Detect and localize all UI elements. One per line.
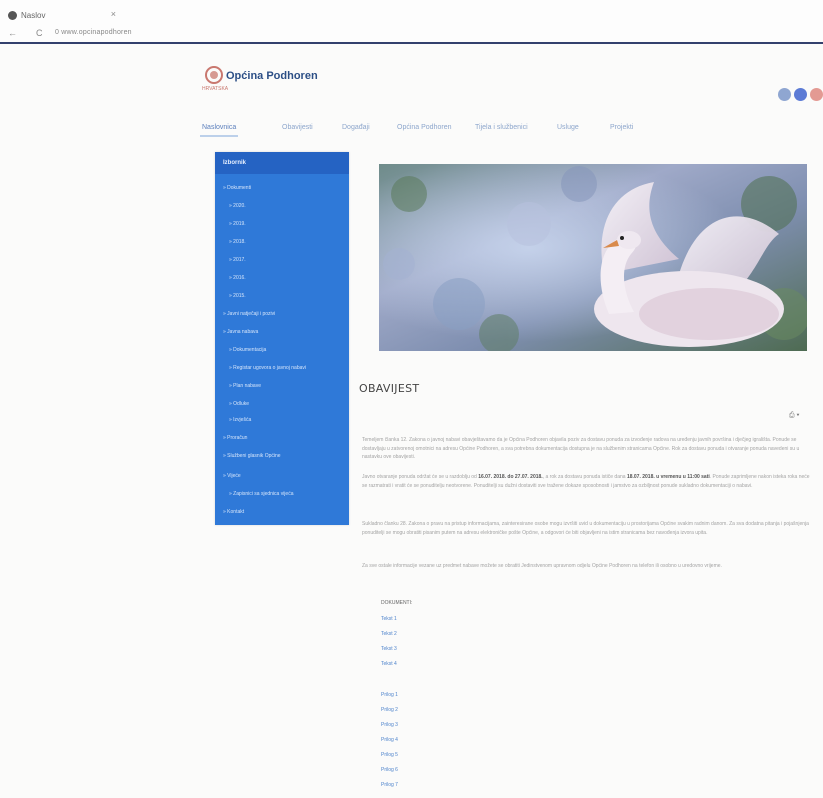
paragraph-text: Javno otvaranje ponuda održat će se u ra…: [362, 474, 479, 480]
back-icon[interactable]: ←: [8, 28, 17, 38]
document-link[interactable]: Tekst 4: [381, 661, 397, 667]
article-title: OBAVIJEST: [359, 382, 420, 395]
sidebar-item[interactable]: » 2018.: [215, 236, 246, 248]
facebook-icon[interactable]: [778, 88, 791, 101]
sidebar-item[interactable]: » Kontakt: [215, 506, 244, 518]
nav-item-tijela[interactable]: Tijela i službenici: [473, 120, 530, 135]
article-paragraph: Za sve ostale informacije vezane uz pred…: [362, 563, 722, 569]
sidebar-item[interactable]: » Vijeće: [215, 470, 241, 482]
address-bar: ← C 0 www.opcinapodhoren: [0, 26, 823, 44]
nav-item-naslovnica[interactable]: Naslovnica: [200, 120, 239, 137]
nav-item-obavijesti[interactable]: Obavijesti: [280, 120, 315, 135]
document-link[interactable]: Tekst 1: [381, 616, 397, 622]
hero-swan-image: [379, 164, 807, 351]
browser-tabbar: Naslov ×: [0, 0, 823, 26]
reload-icon[interactable]: C: [36, 28, 43, 38]
nav-item-usluge[interactable]: Usluge: [555, 120, 581, 135]
documents-label: DOKUMENTI:: [381, 600, 413, 606]
sidebar-item[interactable]: » Javni natječaji i pozivi: [215, 308, 275, 320]
print-icon[interactable]: ⎙ ▾: [789, 412, 800, 420]
site-title[interactable]: Općina Podhoren: [226, 70, 318, 82]
tab-close-icon[interactable]: ×: [111, 9, 116, 19]
sidebar-item[interactable]: » Odluke: [215, 398, 249, 410]
sidebar-item[interactable]: » 2015.: [215, 290, 246, 302]
sidebar-item[interactable]: » Zapisnici sa sjednica vijeća: [215, 488, 293, 500]
deadline-date: 18.07. 2018. u vremenu u 11:00 sati: [626, 474, 710, 480]
date-range: 16.07. 2018. do 27.07. 2018.: [478, 474, 543, 480]
browser-tab[interactable]: Naslov ×: [8, 6, 126, 24]
attachment-link[interactable]: Prilog 6: [381, 767, 398, 773]
paragraph-text: , a rok za dostavu ponuda ističe dana: [542, 474, 627, 480]
article-paragraph: Temeljem članka 12. Zakona o javnoj naba…: [362, 437, 800, 460]
sidebar-item[interactable]: » 2016.: [215, 272, 246, 284]
sidebar-item[interactable]: » 2017.: [215, 254, 246, 266]
sidebar-item[interactable]: » Izvješća: [215, 414, 251, 426]
attachment-link[interactable]: Prilog 5: [381, 752, 398, 758]
sidebar-title: Izbornik: [215, 152, 349, 174]
tab-title: Naslov: [21, 10, 46, 20]
sidebar-item[interactable]: » Dokumenti: [215, 182, 251, 194]
sidebar-item[interactable]: » Dokumentacija: [215, 344, 266, 356]
article-paragraph: Sukladno članku 28. Zakona o pravu na pr…: [362, 521, 809, 536]
attachment-link[interactable]: Prilog 4: [381, 737, 398, 743]
attachment-link[interactable]: Prilog 1: [381, 692, 398, 698]
sidebar-item[interactable]: » Plan nabave: [215, 380, 261, 392]
sidebar-item[interactable]: » Službeni glasnik Općine: [215, 450, 281, 462]
document-link[interactable]: Tekst 2: [381, 631, 397, 637]
attachment-link[interactable]: Prilog 3: [381, 722, 398, 728]
attachment-link[interactable]: Prilog 7: [381, 782, 398, 788]
twitter-icon[interactable]: [794, 88, 807, 101]
sidebar-menu: Izbornik » Dokumenti » 2020. » 2019. » 2…: [215, 152, 349, 525]
nav-item-projekti[interactable]: Projekti: [608, 120, 635, 135]
logo-caption: HRVATSKA: [202, 86, 229, 92]
attachment-link[interactable]: Prilog 2: [381, 707, 398, 713]
sidebar-item[interactable]: » 2019.: [215, 218, 246, 230]
instagram-icon[interactable]: [810, 88, 823, 101]
favicon-icon: [8, 10, 17, 20]
sidebar-item[interactable]: » 2020.: [215, 200, 246, 212]
sidebar-item[interactable]: » Registar ugovora o javnoj nabavi: [215, 362, 306, 374]
document-link[interactable]: Tekst 3: [381, 646, 397, 652]
article-paragraph: Javno otvaranje ponuda održat će se u ra…: [362, 473, 810, 515]
sidebar-item[interactable]: » Proračun: [215, 432, 247, 444]
sidebar-item[interactable]: » Javna nabava: [215, 326, 258, 338]
site-logo-icon[interactable]: [205, 66, 223, 84]
nav-item-opcina[interactable]: Općina Podhoren: [395, 120, 453, 135]
nav-item-dogadaji[interactable]: Događaji: [340, 120, 372, 135]
url-field[interactable]: 0 www.opcinapodhoren: [55, 29, 132, 36]
